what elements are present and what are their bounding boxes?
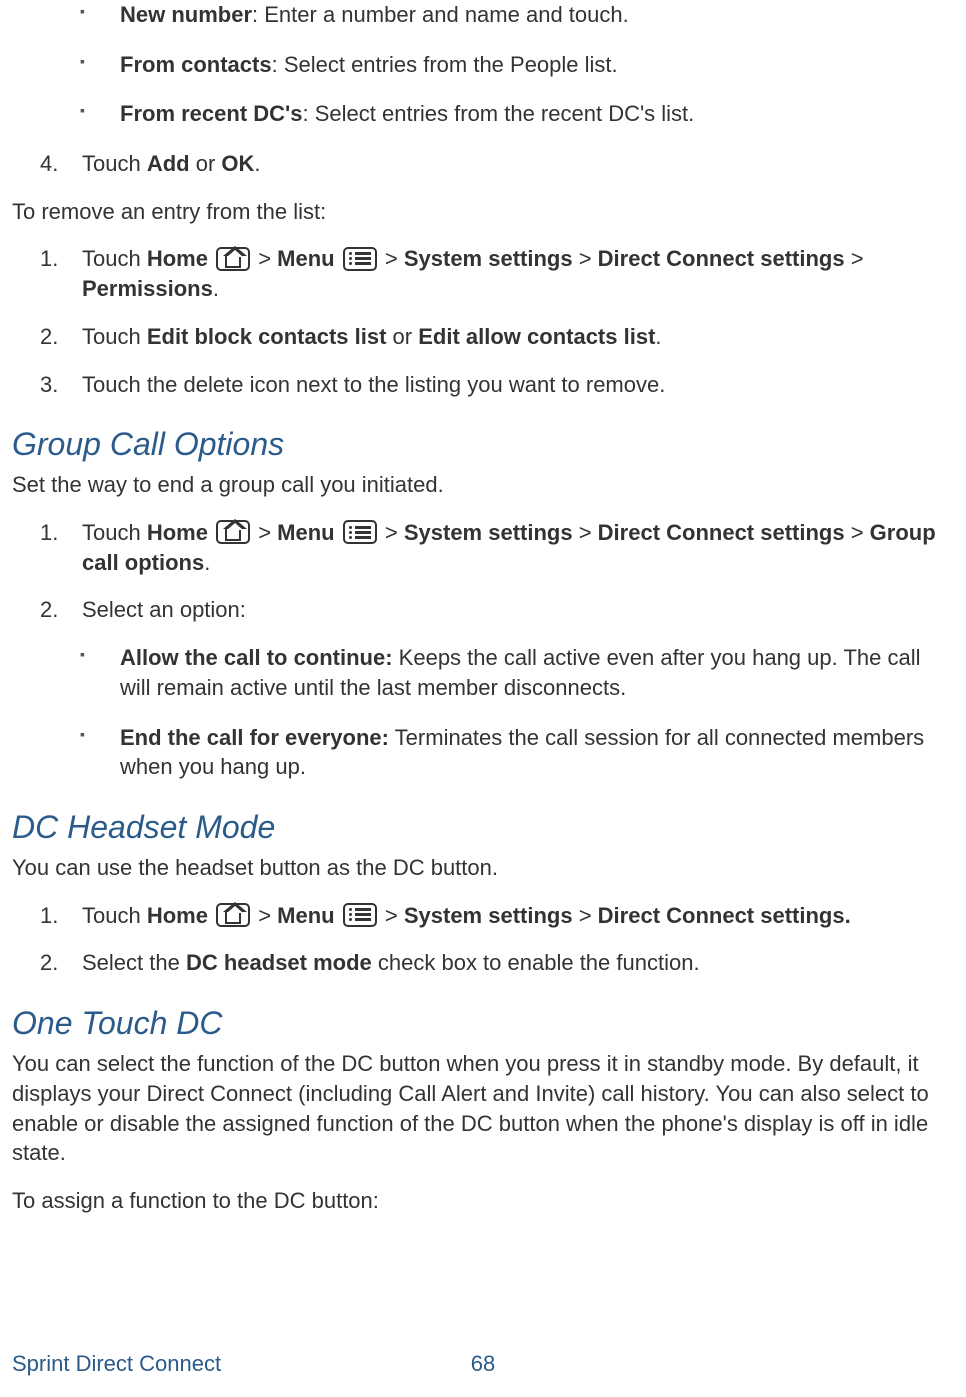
bold-text: Home: [147, 903, 208, 928]
text: >: [573, 520, 598, 545]
headset-lead: You can use the headset button as the DC…: [12, 853, 954, 883]
text: Touch: [82, 246, 147, 271]
text: >: [845, 246, 864, 271]
text: >: [385, 520, 404, 545]
bold-text: New number: [120, 2, 252, 27]
page-footer: Sprint Direct Connect 68: [12, 1349, 954, 1379]
text: >: [258, 903, 277, 928]
text: .: [213, 276, 219, 301]
one-touch-lead: You can select the function of the DC bu…: [12, 1049, 954, 1168]
bold-text: Edit allow contacts list: [418, 324, 655, 349]
group-call-lead: Set the way to end a group call you init…: [12, 470, 954, 500]
step-number: 1.: [40, 518, 58, 548]
step-number: 2.: [40, 948, 58, 978]
text: or: [386, 324, 418, 349]
footer-title: Sprint Direct Connect: [12, 1349, 221, 1379]
text: : Enter a number and name and touch.: [252, 2, 629, 27]
bold-text: System settings: [404, 903, 573, 928]
remove-intro: To remove an entry from the list:: [12, 197, 954, 227]
text: Select the: [82, 950, 186, 975]
text: Select an option:: [82, 597, 246, 622]
heading-headset: DC Headset Mode: [12, 806, 954, 849]
group-step-2: 2. Select an option:: [40, 595, 954, 625]
step-number: 2.: [40, 595, 58, 625]
text: >: [385, 246, 404, 271]
menu-icon: [343, 520, 377, 544]
bold-text: Direct Connect settings.: [598, 903, 851, 928]
group-call-options: Allow the call to continue: Keeps the ca…: [12, 643, 954, 782]
group-call-steps: 1. Touch Home > Menu > System settings >…: [12, 518, 954, 625]
home-icon: [216, 520, 250, 544]
text: >: [573, 903, 598, 928]
bold-text: Home: [147, 520, 208, 545]
bold-text: Direct Connect settings: [598, 520, 845, 545]
bullet-new-number: New number: Enter a number and name and …: [80, 0, 954, 30]
text: or: [190, 151, 222, 176]
step-number: 3.: [40, 370, 58, 400]
text: : Select entries from the recent DC's li…: [303, 101, 695, 126]
bold-text: End the call for everyone:: [120, 725, 389, 750]
headset-steps: 1. Touch Home > Menu > System settings >…: [12, 901, 954, 978]
bold-text: OK: [221, 151, 254, 176]
bold-text: Permissions: [82, 276, 213, 301]
bold-text: From contacts: [120, 52, 272, 77]
menu-icon: [343, 903, 377, 927]
text: Touch: [82, 903, 147, 928]
top-bullet-list: New number: Enter a number and name and …: [12, 0, 954, 129]
heading-one-touch: One Touch DC: [12, 1002, 954, 1045]
bullet-from-contacts: From contacts: Select entries from the P…: [80, 50, 954, 80]
home-icon: [216, 903, 250, 927]
remove-step-1: 1. Touch Home > Menu > System settings >…: [40, 244, 954, 303]
bold-text: From recent DC's: [120, 101, 303, 126]
step-number: 2.: [40, 322, 58, 352]
headset-step-1: 1. Touch Home > Menu > System settings >…: [40, 901, 954, 931]
bold-text: Allow the call to continue:: [120, 645, 393, 670]
remove-step-2: 2. Touch Edit block contacts list or Edi…: [40, 322, 954, 352]
page-content: New number: Enter a number and name and …: [12, 0, 954, 1216]
step-4-list: 4. Touch Add or OK.: [12, 149, 954, 179]
text: : Select entries from the People list.: [272, 52, 618, 77]
step-number: 4.: [40, 149, 58, 179]
group-step-1: 1. Touch Home > Menu > System settings >…: [40, 518, 954, 577]
bold-text: Edit block contacts list: [147, 324, 387, 349]
bold-text: Home: [147, 246, 208, 271]
bold-text: System settings: [404, 246, 573, 271]
bold-text: Direct Connect settings: [598, 246, 845, 271]
bold-text: Menu: [277, 520, 334, 545]
text: Touch: [82, 324, 147, 349]
text: >: [573, 246, 598, 271]
remove-steps: 1. Touch Home > Menu > System settings >…: [12, 244, 954, 399]
text: >: [385, 903, 404, 928]
text: .: [254, 151, 260, 176]
remove-step-3: 3. Touch the delete icon next to the lis…: [40, 370, 954, 400]
option-allow: Allow the call to continue: Keeps the ca…: [80, 643, 954, 702]
text: Touch: [82, 520, 147, 545]
home-icon: [216, 247, 250, 271]
bold-text: Menu: [277, 246, 334, 271]
text: >: [845, 520, 870, 545]
text: >: [258, 520, 277, 545]
text: .: [655, 324, 661, 349]
bold-text: Add: [147, 151, 190, 176]
one-touch-assign: To assign a function to the DC button:: [12, 1186, 954, 1216]
step-number: 1.: [40, 244, 58, 274]
headset-step-2: 2. Select the DC headset mode check box …: [40, 948, 954, 978]
bullet-from-recent: From recent DC's: Select entries from th…: [80, 99, 954, 129]
option-end: End the call for everyone: Terminates th…: [80, 723, 954, 782]
text: Touch the delete icon next to the listin…: [82, 372, 665, 397]
heading-group-call: Group Call Options: [12, 423, 954, 466]
step-number: 1.: [40, 901, 58, 931]
menu-icon: [343, 247, 377, 271]
bold-text: DC headset mode: [186, 950, 372, 975]
step-4: 4. Touch Add or OK.: [40, 149, 954, 179]
text: .: [204, 550, 210, 575]
text: check box to enable the function.: [372, 950, 700, 975]
text: Touch: [82, 151, 147, 176]
bold-text: Menu: [277, 903, 334, 928]
text: >: [258, 246, 277, 271]
bold-text: System settings: [404, 520, 573, 545]
footer-page-number: 68: [471, 1349, 495, 1379]
